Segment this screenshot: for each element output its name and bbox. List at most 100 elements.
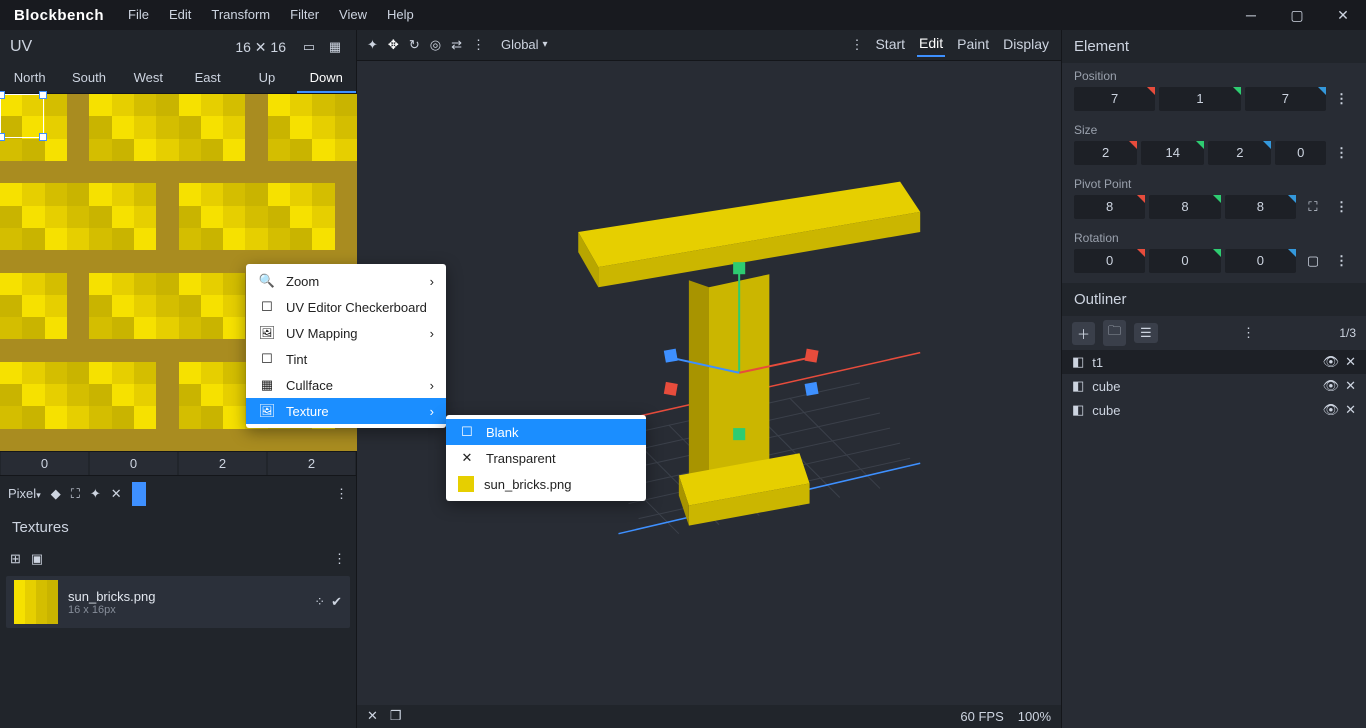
menu-filter[interactable]: Filter — [280, 0, 329, 30]
size-x[interactable]: 2 — [1074, 141, 1137, 165]
rotation-more-icon[interactable]: ⋮ — [1330, 253, 1354, 269]
ctx-texture[interactable]: 🖼Texture› — [246, 398, 446, 424]
uv-x1[interactable]: 0 — [1, 452, 88, 475]
mode-start[interactable]: Start — [873, 34, 907, 56]
pivot-z[interactable]: 8 — [1225, 195, 1296, 219]
ctx-cullface[interactable]: ▦Cullface› — [246, 372, 446, 398]
size-label: Size — [1074, 123, 1354, 137]
face-west[interactable]: West — [119, 64, 178, 93]
face-south[interactable]: South — [59, 64, 118, 93]
import-texture-icon[interactable]: ▣ — [31, 551, 43, 567]
mode-paint[interactable]: Paint — [955, 34, 991, 56]
pivot-tool-icon[interactable]: ◎ — [430, 37, 441, 53]
element-panel-title: Element — [1062, 30, 1366, 63]
mirror-tool-icon[interactable]: ⇄ — [451, 37, 462, 53]
sub-transparent[interactable]: ✕Transparent — [446, 445, 646, 471]
sub-sun-bricks[interactable]: sun_bricks.png — [446, 471, 646, 497]
menu-help[interactable]: Help — [377, 0, 424, 30]
size-z[interactable]: 2 — [1208, 141, 1271, 165]
rotation-y[interactable]: 0 — [1149, 249, 1220, 273]
rotate-tool-icon[interactable]: ↻ — [409, 37, 420, 53]
delete-icon[interactable]: ✕ — [1345, 354, 1356, 370]
delete-icon[interactable]: ✕ — [1345, 378, 1356, 394]
outliner-more-icon[interactable]: ⋮ — [1242, 325, 1255, 341]
tool-more-icon[interactable]: ⋮ — [472, 37, 485, 53]
uv-grid-icon[interactable]: ▦ — [324, 36, 346, 58]
menu-view[interactable]: View — [329, 0, 377, 30]
mode-display[interactable]: Display — [1001, 34, 1051, 56]
move-tool-icon[interactable]: ✦ — [367, 37, 378, 53]
snap-mode[interactable]: Pixel▾ — [8, 486, 41, 501]
layers-icon[interactable]: ❒ — [390, 708, 402, 724]
3d-viewport[interactable] — [357, 61, 1061, 705]
uv-x2[interactable]: 2 — [179, 452, 266, 475]
fill-icon[interactable]: ◆ — [51, 486, 61, 502]
add-cube-icon[interactable]: ＋ — [1072, 322, 1095, 345]
ctx-zoom[interactable]: 🔍Zoom› — [246, 268, 446, 294]
menu-file[interactable]: File — [118, 0, 159, 30]
delete-icon[interactable]: ✕ — [1345, 402, 1356, 418]
size-more-icon[interactable]: ⋮ — [1330, 145, 1354, 161]
add-group-icon[interactable]: 🗀 — [1103, 320, 1126, 346]
color-swatch[interactable] — [132, 482, 146, 506]
modes-more-icon[interactable]: ⋮ — [850, 37, 863, 53]
center-pivot-icon[interactable]: ⛶ — [1300, 195, 1326, 219]
toggle-all-icon[interactable]: ☰ — [1134, 323, 1158, 343]
pivot-y[interactable]: 8 — [1149, 195, 1220, 219]
maximize-button[interactable]: ▢ — [1274, 0, 1320, 30]
minimize-button[interactable]: ─ — [1228, 0, 1274, 30]
ctx-checkerboard[interactable]: ☐UV Editor Checkerboard — [246, 294, 446, 320]
ctx-tint[interactable]: ☐Tint — [246, 346, 446, 372]
expand-icon[interactable]: ⛶ — [71, 486, 80, 502]
auto-uv-icon[interactable]: ✦ — [90, 486, 101, 502]
position-label: Position — [1074, 69, 1354, 83]
uv-y1[interactable]: 0 — [90, 452, 177, 475]
position-more-icon[interactable]: ⋮ — [1330, 91, 1354, 107]
cube-icon: ◧ — [1072, 378, 1084, 394]
face-down[interactable]: Down — [297, 64, 356, 93]
pivot-x[interactable]: 8 — [1074, 195, 1145, 219]
position-z[interactable]: 7 — [1245, 87, 1326, 111]
size-y[interactable]: 14 — [1141, 141, 1204, 165]
face-east[interactable]: East — [178, 64, 237, 93]
ctx-uv-mapping[interactable]: 🖼UV Mapping› — [246, 320, 446, 346]
size-inflate[interactable]: 0 — [1275, 141, 1326, 165]
visibility-icon[interactable]: 👁 — [1323, 378, 1340, 394]
textures-more-icon[interactable]: ⋮ — [333, 551, 346, 567]
texture-item[interactable]: sun_bricks.png 16 x 16px ⁘ ✔ — [6, 576, 350, 628]
clear-icon[interactable]: ✕ — [111, 486, 122, 502]
uv-fullscreen-icon[interactable]: ▭ — [298, 36, 320, 58]
sub-blank[interactable]: ☐Blank — [446, 419, 646, 445]
position-x[interactable]: 7 — [1074, 87, 1155, 111]
pivot-more-icon[interactable]: ⋮ — [1330, 199, 1354, 215]
uv-dimensions: 16 ✕ 16 — [235, 39, 286, 56]
uv-selection-box[interactable] — [0, 94, 44, 138]
transform-tool-icon[interactable]: ✥ — [388, 37, 399, 53]
particle-icon[interactable]: ⁘ — [314, 594, 325, 610]
rotation-x[interactable]: 0 — [1074, 249, 1145, 273]
outliner-item-t1[interactable]: ◧ t1 👁✕ — [1062, 350, 1366, 374]
orientation-dropdown[interactable]: Global▾ — [501, 37, 548, 52]
face-north[interactable]: North — [0, 64, 59, 93]
outliner-item-cube-2[interactable]: ◧ cube 👁✕ — [1062, 398, 1366, 422]
texture-submenu: ☐Blank ✕Transparent sun_bricks.png — [446, 415, 646, 501]
mode-edit[interactable]: Edit — [917, 33, 945, 57]
texture-meta: 16 x 16px — [68, 604, 155, 616]
rescale-icon[interactable]: ▢ — [1300, 249, 1326, 273]
uv-context-menu: 🔍Zoom› ☐UV Editor Checkerboard 🖼UV Mappi… — [246, 264, 446, 428]
close-button[interactable]: ✕ — [1320, 0, 1366, 30]
visibility-icon[interactable]: 👁 — [1323, 402, 1340, 418]
position-y[interactable]: 1 — [1159, 87, 1240, 111]
face-up[interactable]: Up — [237, 64, 296, 93]
outliner-item-cube-1[interactable]: ◧ cube 👁✕ — [1062, 374, 1366, 398]
uv-y2[interactable]: 2 — [268, 452, 355, 475]
texture-thumbnail — [14, 580, 58, 624]
menu-edit[interactable]: Edit — [159, 0, 201, 30]
save-status-icon[interactable]: ✔ — [331, 594, 342, 610]
uv-more-icon[interactable]: ⋮ — [335, 486, 348, 502]
rotation-z[interactable]: 0 — [1225, 249, 1296, 273]
close-preview-icon[interactable]: ✕ — [367, 708, 378, 724]
visibility-icon[interactable]: 👁 — [1323, 354, 1340, 370]
add-texture-icon[interactable]: ⊞ — [10, 551, 21, 567]
menu-transform[interactable]: Transform — [201, 0, 280, 30]
